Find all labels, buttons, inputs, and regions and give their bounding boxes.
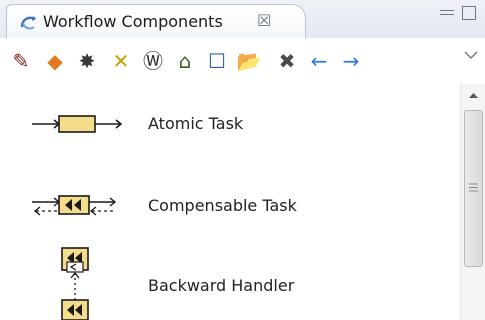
view-menu-chevron-icon[interactable] [463, 48, 479, 64]
compensable-task-icon [32, 195, 117, 216]
component-label: Backward Handler [148, 276, 295, 295]
list-item-atomic-task[interactable]: Atomic Task [0, 96, 460, 156]
view-title: Workflow Components [43, 12, 223, 31]
scrollbar-thumb[interactable] [464, 110, 483, 267]
backward-handler-icon [61, 247, 89, 320]
wordpress-icon[interactable]: Ⓦ [140, 48, 166, 74]
tab-workflow-components[interactable]: Workflow Components ☒ [6, 4, 306, 38]
open-folder-icon[interactable]: 📂 [236, 48, 262, 74]
component-label: Compensable Task [148, 196, 297, 215]
back-arrow-icon[interactable]: ← [306, 48, 332, 74]
workflow-components-view: Workflow Components ☒ ✎ ◆ ✸ ✕ Ⓦ ⌂ ☐ 📂 ✖ … [0, 0, 485, 320]
minimize-icon[interactable] [440, 6, 454, 20]
tool-2-icon[interactable]: ◆ [42, 48, 68, 74]
tool-3-icon[interactable]: ✸ [74, 48, 100, 74]
close-view-icon[interactable]: ☒ [257, 11, 271, 30]
atomic-task-icon [32, 115, 123, 133]
vertical-scrollbar[interactable] [460, 84, 485, 320]
window-icon[interactable]: ☐ [204, 48, 230, 74]
grip-icon [469, 183, 478, 192]
forward-arrow-icon[interactable]: → [338, 48, 364, 74]
list-item-compensable-task[interactable]: Compensable Task [0, 178, 460, 238]
component-label: Atomic Task [148, 114, 244, 133]
maximize-icon[interactable] [462, 6, 476, 20]
tool-1-icon[interactable]: ✎ [8, 48, 34, 74]
scroll-up-arrow-icon[interactable] [461, 84, 485, 108]
workflow-view-icon [20, 16, 36, 30]
delete-icon[interactable]: ✖ [274, 48, 300, 74]
component-list: Atomic Task Compensable Task Backward Ha… [0, 84, 460, 320]
list-item-backward-handler[interactable]: Backward Handler [0, 244, 460, 320]
toolbar: ✎ ◆ ✸ ✕ Ⓦ ⌂ ☐ 📂 ✖ ← → [0, 38, 485, 85]
home-icon[interactable]: ⌂ [172, 48, 198, 74]
tool-4-icon[interactable]: ✕ [108, 48, 134, 74]
view-tab-strip: Workflow Components ☒ [0, 0, 485, 39]
